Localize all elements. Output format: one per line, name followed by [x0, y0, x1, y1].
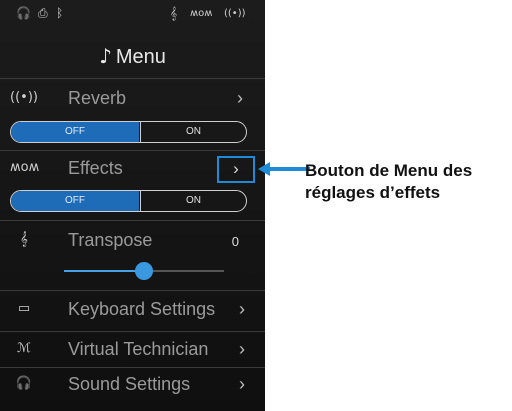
chevron-right-icon[interactable]: ›: [239, 299, 245, 320]
callout-line-2: réglages d’effets: [305, 183, 441, 202]
divider: [0, 331, 265, 332]
reverb-on-button[interactable]: ON: [140, 122, 246, 142]
page-title: Menu: [115, 46, 166, 68]
reverb-off-button[interactable]: OFF: [11, 122, 139, 142]
divider: [0, 367, 265, 368]
status-bar: 🎧 ⎙ ᛒ 𝄞 ʍᴏʍ ((•)): [0, 6, 265, 28]
chevron-right-icon[interactable]: ›: [239, 374, 245, 395]
slider-thumb[interactable]: [135, 262, 153, 280]
effects-toggle[interactable]: OFF ON: [10, 190, 247, 212]
transpose-slider[interactable]: [64, 262, 224, 280]
reverb-toggle[interactable]: OFF ON: [10, 121, 247, 143]
effects-icon: ʍᴏʍ: [190, 8, 213, 19]
menu-item[interactable]: ℳ Virtual Technician ›: [0, 337, 265, 367]
chevron-right-icon[interactable]: ›: [237, 88, 243, 109]
bluetooth-icon: ᛒ: [56, 6, 64, 20]
callout-arrow: [258, 162, 310, 176]
transpose-icon: 𝄞: [170, 6, 178, 20]
reverb-row[interactable]: ((•)) Reverb ›: [0, 86, 265, 116]
callout-line-1: Bouton de Menu des: [305, 161, 473, 180]
effects-on-button[interactable]: ON: [140, 191, 246, 211]
menu-header: ♪ Menu: [0, 44, 265, 69]
divider: [0, 78, 265, 79]
menu-item[interactable]: 🎧 Sound Settings ›: [0, 372, 265, 402]
callout-label: Bouton de Menu des réglages d’effets: [305, 160, 510, 204]
chevron-right-icon[interactable]: ›: [239, 339, 245, 360]
effects-settings-menu-button[interactable]: ›: [217, 156, 255, 183]
phone-screen: 🎧 ⎙ ᛒ 𝄞 ʍᴏʍ ((•)) ♪ Menu ((•)) Reverb › O…: [0, 0, 265, 411]
transpose-row: 𝄞 Transpose 0: [0, 228, 265, 258]
keyboard-icon: ▭: [17, 301, 31, 316]
divider: [0, 290, 265, 291]
menu-item-label: Keyboard Settings: [68, 299, 216, 319]
reverb-label: Reverb: [68, 88, 127, 108]
transpose-value: 0: [231, 234, 239, 249]
headphones-icon: 🎧: [15, 376, 33, 391]
divider: [0, 150, 265, 151]
transpose-icon: 𝄞: [20, 232, 28, 247]
music-note-icon: ♪: [99, 44, 112, 68]
transpose-label: Transpose: [68, 230, 153, 250]
menu-item-label: Virtual Technician: [68, 339, 209, 359]
reverb-icon: ((•)): [10, 90, 38, 105]
reverb-icon: ((•)): [224, 8, 246, 19]
effects-label: Effects: [68, 158, 123, 178]
effects-icon: ʍᴏʍ: [10, 160, 40, 175]
usb-icon: ⎙: [38, 6, 48, 20]
effects-off-button[interactable]: OFF: [11, 191, 139, 211]
virtual-technician-icon: ℳ: [17, 341, 31, 356]
headphones-icon: 🎧: [16, 6, 31, 20]
slider-fill: [64, 270, 144, 272]
menu-item-label: Sound Settings: [68, 374, 191, 394]
menu-item[interactable]: ▭ Keyboard Settings ›: [0, 297, 265, 327]
divider: [0, 220, 265, 221]
